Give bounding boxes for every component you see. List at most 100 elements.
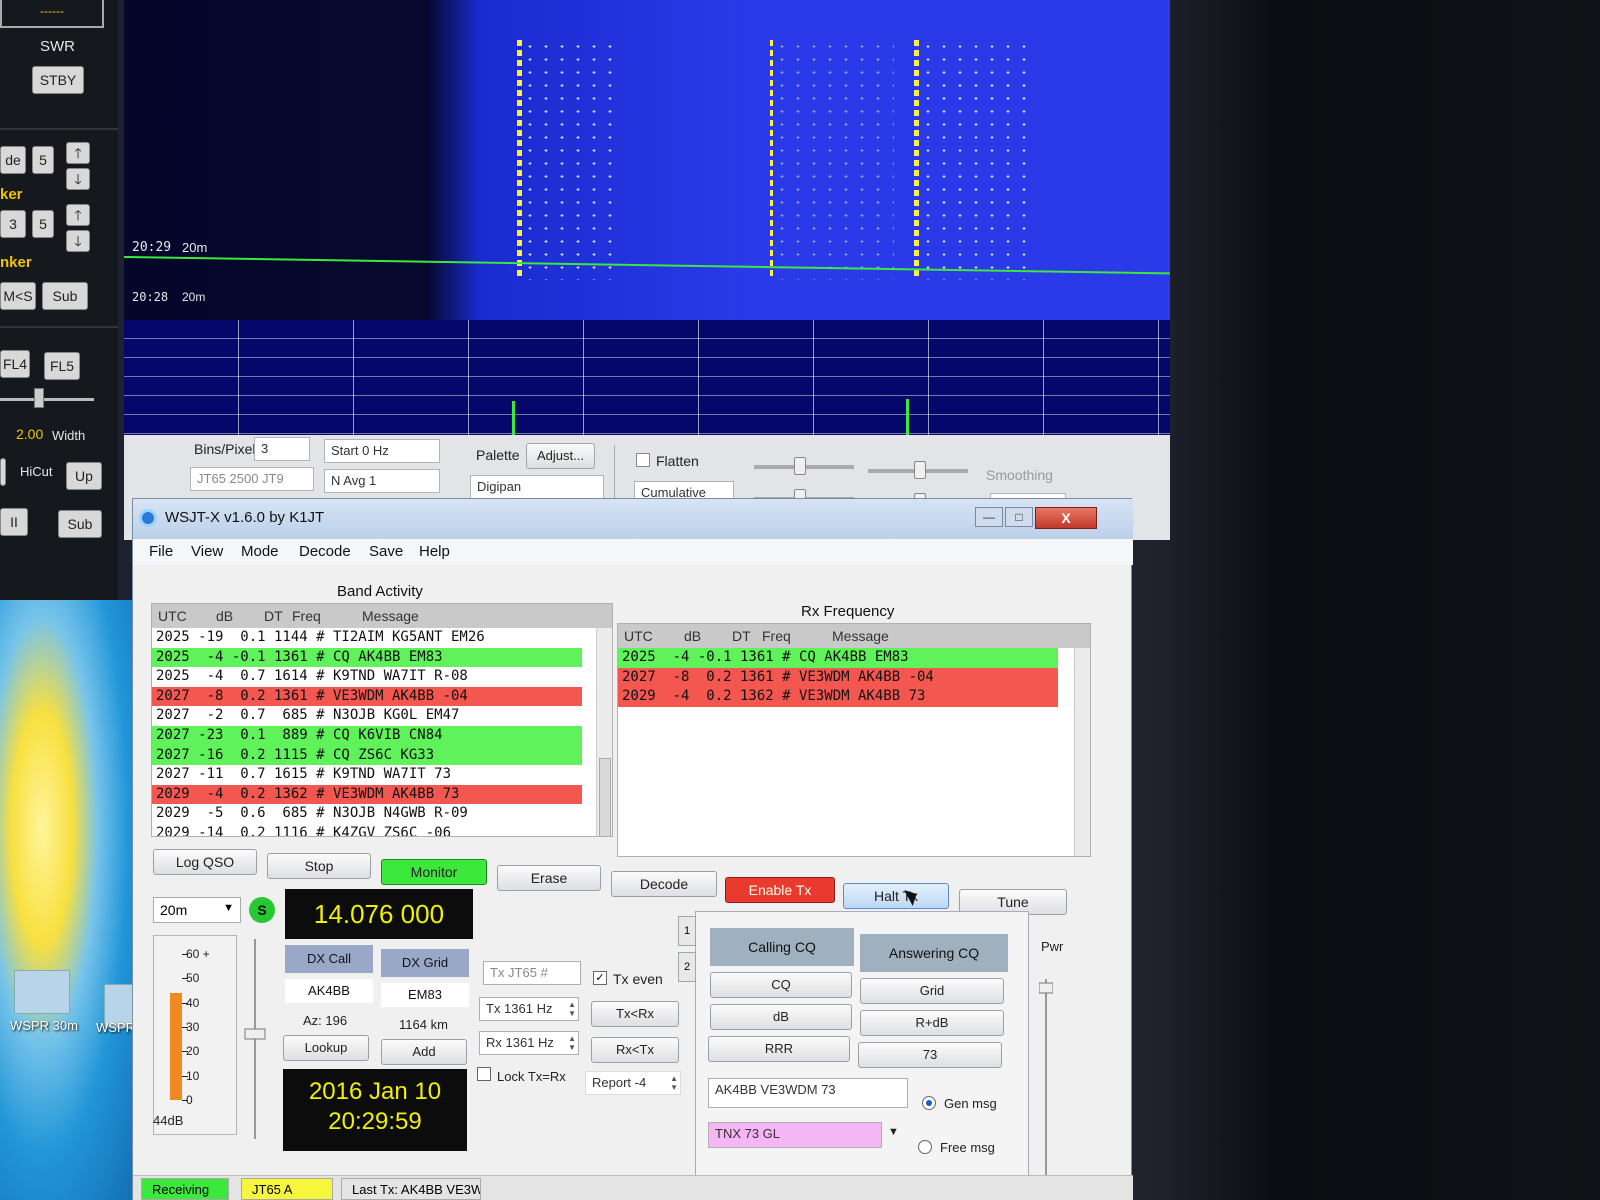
table-row[interactable]: 2025 -4 -0.1 1361 # CQ AK4BB EM83 [152, 647, 582, 668]
scrollbar-thumb[interactable] [599, 758, 611, 836]
jt65-jt9-split-spinbox[interactable]: JT65 2500 JT9 [190, 467, 314, 491]
minimize-button[interactable]: — [975, 507, 1003, 527]
tx-even-checkbox[interactable]: ✓ [593, 971, 607, 985]
stop-button[interactable]: Stop [267, 853, 371, 879]
utc-clock-display: 2016 Jan 10 20:29:59 [283, 1069, 467, 1151]
table-row[interactable]: 2025 -19 0.1 1144 # TI2AIM KG5ANT EM26 [152, 628, 612, 648]
spin-arrows-icon[interactable]: ▲ ▼ [568, 1000, 576, 1018]
rx-frequency-table[interactable]: UTC dB DT Freq Message 2025 -4 -0.1 1361… [617, 623, 1091, 857]
tab-1[interactable]: 1 [678, 916, 696, 946]
free-message-field[interactable]: TNX 73 GL [708, 1122, 882, 1148]
width-slider[interactable] [0, 398, 94, 401]
tx-mode-spinbox[interactable]: Tx JT65 # [483, 961, 581, 985]
dx-call-input[interactable]: AK4BB [285, 979, 373, 1003]
stby-button[interactable]: STBY [32, 66, 84, 94]
fl4-button[interactable]: FL4 [0, 350, 30, 378]
rrr-button[interactable]: RRR [708, 1036, 850, 1062]
adjust-palette-button[interactable]: Adjust... [526, 443, 595, 469]
bins-per-pixel-spinbox[interactable]: 3 [254, 437, 310, 461]
palette-select[interactable]: Digipan [470, 475, 604, 499]
maximize-button[interactable]: □ [1005, 507, 1033, 527]
flatten-checkbox[interactable] [636, 453, 650, 467]
band-activity-table[interactable]: UTC dB DT Freq Message 2025 -19 0.1 1144… [151, 603, 613, 837]
table-row[interactable]: 2027 -11 0.7 1615 # K9TND WA7IT 73 [152, 765, 612, 785]
spin-arrows-icon[interactable]: ▲ ▼ [568, 1034, 576, 1052]
table-row[interactable]: 2027 -2 0.7 685 # N3OJB KG0L EM47 [152, 706, 612, 726]
db-button[interactable]: dB [710, 1004, 852, 1030]
enable-tx-button[interactable]: Enable Tx [725, 877, 835, 903]
73-button[interactable]: 73 [858, 1042, 1002, 1068]
table-row[interactable]: 2029 -5 0.6 685 # N3OJB N4GWB R-09 [152, 804, 612, 824]
rx-from-tx-button[interactable]: Rx<Tx [591, 1037, 679, 1063]
log-qso-button[interactable]: Log QSO [153, 849, 257, 875]
halt-tx-button[interactable]: Halt Tx [843, 883, 949, 909]
rx-frequency-spinbox[interactable]: Rx 1361 Hz ▲ ▼ [479, 1031, 579, 1055]
pause-button[interactable]: II [0, 508, 28, 536]
down-arrow-icon[interactable]: 🡓 [66, 168, 90, 190]
spin-arrows-icon[interactable]: ▲ ▼ [670, 1074, 678, 1092]
menu-decode[interactable]: Decode [299, 543, 351, 560]
lookup-button[interactable]: Lookup [283, 1035, 369, 1061]
table-row[interactable]: 2027 -23 0.1 889 # CQ K6VIB CN84 [152, 725, 582, 746]
menu-file[interactable]: File [149, 543, 173, 560]
up-arrow-icon[interactable]: 🡑 [66, 142, 90, 164]
grid-button[interactable]: Grid [860, 978, 1004, 1004]
gain-slider-knob[interactable] [794, 457, 806, 475]
cq-button[interactable]: CQ [710, 972, 852, 998]
hicut-left-button[interactable] [0, 458, 6, 486]
spectrum-plot[interactable] [124, 320, 1170, 435]
spec-gain-slider-knob[interactable] [914, 461, 926, 479]
report-spinbox[interactable]: Report -4 ▲ ▼ [585, 1071, 681, 1095]
tx-from-rx-button[interactable]: Tx<Rx [591, 1001, 679, 1027]
ms-button[interactable]: M<S [0, 282, 36, 310]
wspr-30m-desktop-icon[interactable] [14, 970, 70, 1014]
decode-button[interactable]: Decode [611, 871, 717, 897]
tx-frequency-spinbox[interactable]: Tx 1361 Hz ▲ ▼ [479, 997, 579, 1021]
tab-2[interactable]: 2 [678, 952, 696, 982]
title-bar[interactable]: WSJT-X v1.6.0 by K1JT — □ X [133, 499, 1133, 539]
up-arrow-icon[interactable]: 🡑 [66, 204, 90, 226]
down-arrow-icon[interactable]: 🡓 [66, 230, 90, 252]
row1-value-box[interactable]: 5 [32, 146, 54, 174]
sub-button[interactable]: Sub [58, 510, 102, 538]
waterfall-display[interactable]: 20:29 20m 20:28 20m [124, 0, 1170, 320]
width-slider-knob[interactable] [34, 388, 44, 408]
chevron-down-icon[interactable]: ▼ [888, 1126, 899, 1138]
power-slider[interactable] [1039, 979, 1053, 1189]
table-row[interactable]: 2029 -4 0.2 1362 # VE3WDM AK4BB 73 [618, 687, 1058, 707]
menu-help[interactable]: Help [419, 543, 450, 560]
erase-button[interactable]: Erase [497, 865, 601, 891]
s-meter-indicator[interactable]: S [249, 897, 275, 923]
rx-level-slider[interactable] [243, 939, 267, 1139]
table-row[interactable]: 2025 -4 -0.1 1361 # CQ AK4BB EM83 [618, 648, 1058, 668]
lock-tx-rx-checkbox[interactable] [477, 1067, 491, 1081]
table-row[interactable]: 2029 -14 0.2 1116 # K4ZGV ZS6C -06 [152, 824, 612, 836]
fl5-button[interactable]: FL5 [44, 352, 80, 380]
sub-button[interactable]: Sub [42, 282, 88, 310]
table-row[interactable]: 2027 -8 0.2 1361 # VE3WDM AK4BB -04 [618, 667, 1058, 688]
vertical-scrollbar[interactable] [1074, 648, 1090, 856]
menu-save[interactable]: Save [369, 543, 403, 560]
close-button[interactable]: X [1035, 507, 1097, 529]
table-row[interactable]: 2027 -16 0.2 1115 # CQ ZS6C KG33 [152, 745, 582, 766]
start-frequency-spinbox[interactable]: Start 0 Hz [324, 439, 440, 463]
up-button[interactable]: Up [66, 462, 102, 490]
table-row[interactable]: 2025 -4 0.7 1614 # K9TND WA7IT R-08 [152, 667, 612, 687]
gen-msg-radio[interactable] [922, 1096, 936, 1110]
decode-rows: 2025 -4 -0.1 1361 # CQ AK4BB EM83 2027 -8… [618, 648, 1090, 707]
generated-message-field[interactable]: AK4BB VE3WDM 73 [708, 1078, 908, 1108]
menu-view[interactable]: View [191, 543, 223, 560]
monitor-button[interactable]: Monitor [381, 859, 487, 885]
table-row[interactable]: 2027 -8 0.2 1361 # VE3WDM AK4BB -04 [152, 686, 582, 707]
menu-mode[interactable]: Mode [241, 543, 279, 560]
free-msg-radio[interactable] [918, 1140, 932, 1154]
table-row[interactable]: 2029 -4 0.2 1362 # VE3WDM AK4BB 73 [152, 784, 582, 805]
add-button[interactable]: Add [381, 1039, 467, 1065]
signal-noise [774, 40, 894, 280]
dx-grid-input[interactable]: EM83 [381, 983, 469, 1007]
n-avg-spinbox[interactable]: N Avg 1 [324, 469, 440, 493]
r-db-button[interactable]: R+dB [860, 1010, 1004, 1036]
vertical-scrollbar[interactable] [596, 628, 612, 836]
row2-value-box[interactable]: 5 [32, 210, 54, 238]
band-select[interactable]: 20m ▼ [153, 897, 241, 923]
